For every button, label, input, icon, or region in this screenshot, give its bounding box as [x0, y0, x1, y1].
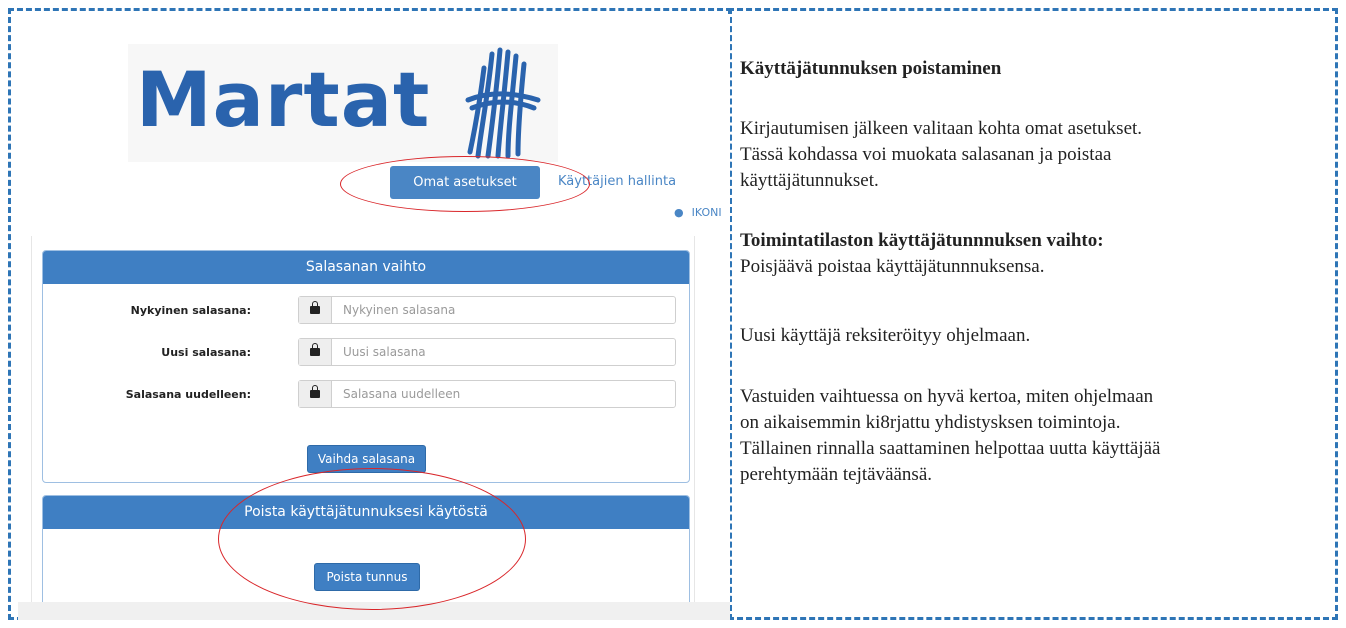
new-password-row: Uusi salasana: Uusi salasana — [43, 338, 689, 368]
instructions-subheading: Toimintatilaston käyttäjätunnnuksen vaih… — [740, 230, 1104, 251]
repeat-password-input[interactable]: Salasana uudelleen — [298, 380, 676, 408]
password-panel-title: Salasanan vaihto — [43, 251, 689, 284]
user-icon: ● — [674, 206, 684, 219]
lock-icon — [310, 343, 320, 356]
current-password-input[interactable]: Nykyinen salasana — [298, 296, 676, 324]
paragraph-line: Kirjautumisen jälkeen valitaan kohta oma… — [740, 118, 1143, 139]
repeat-password-placeholder: Salasana uudelleen — [343, 387, 461, 401]
current-password-label: Nykyinen salasana: — [130, 304, 251, 317]
lock-addon — [299, 297, 332, 323]
ribbon-logo-icon — [465, 47, 541, 159]
highlight-ellipse-settings — [340, 156, 590, 212]
paragraph-line: Vastuiden vaihtuessa on hyvä kertoa, mit… — [740, 386, 1154, 407]
repeat-password-label: Salasana uudelleen: — [125, 388, 251, 401]
instructions-heading: Käyttäjätunnuksen poistaminen — [740, 58, 1002, 79]
lock-addon — [299, 339, 332, 365]
current-password-row: Nykyinen salasana: Nykyinen salasana — [43, 296, 689, 326]
paragraph-line: Tässä kohdassa voi muokata salasanan ja … — [740, 144, 1112, 165]
instructions-paragraph-1: Kirjautumisen jälkeen valitaan kohta oma… — [740, 116, 1142, 194]
martat-logo: Martat — [128, 44, 558, 162]
paragraph-line: käyttäjätunnukset. — [740, 170, 879, 191]
instructions-paragraph-2: Poisjäävä poistaa käyttäjätunnnuksensa. — [740, 256, 1045, 277]
user-menu[interactable]: ● IKONI — [674, 206, 722, 219]
password-panel: Salasanan vaihto Nykyinen salasana: Nyky… — [42, 250, 690, 483]
right-frame — [728, 8, 1338, 620]
current-password-placeholder: Nykyinen salasana — [343, 303, 456, 317]
instructions-paragraph-3: Uusi käyttäjä reksiteröityy ohjelmaan. — [740, 325, 1031, 346]
paragraph-line: Tällainen rinnalla saattaminen helpottaa… — [740, 438, 1161, 459]
new-password-input[interactable]: Uusi salasana — [298, 338, 676, 366]
new-password-placeholder: Uusi salasana — [343, 345, 426, 359]
user-name: IKONI — [691, 206, 722, 219]
paragraph-line: on aikaisemmin ki8rjattu yhdistysksen to… — [740, 412, 1121, 433]
highlight-ellipse-delete — [218, 468, 526, 610]
paragraph-line: perehtymään tejtäväänsä. — [740, 464, 933, 485]
lock-addon — [299, 381, 332, 407]
logo-text: Martat — [136, 55, 431, 144]
screenshot-area: Martat Omat asetukset Käyttäjien hallint… — [18, 16, 730, 620]
lock-icon — [310, 385, 320, 398]
instructions-paragraph-4: Vastuiden vaihtuessa on hyvä kertoa, mit… — [740, 384, 1160, 488]
repeat-password-row: Salasana uudelleen: Salasana uudelleen — [43, 380, 689, 410]
new-password-label: Uusi salasana: — [161, 346, 251, 359]
lock-icon — [310, 301, 320, 314]
